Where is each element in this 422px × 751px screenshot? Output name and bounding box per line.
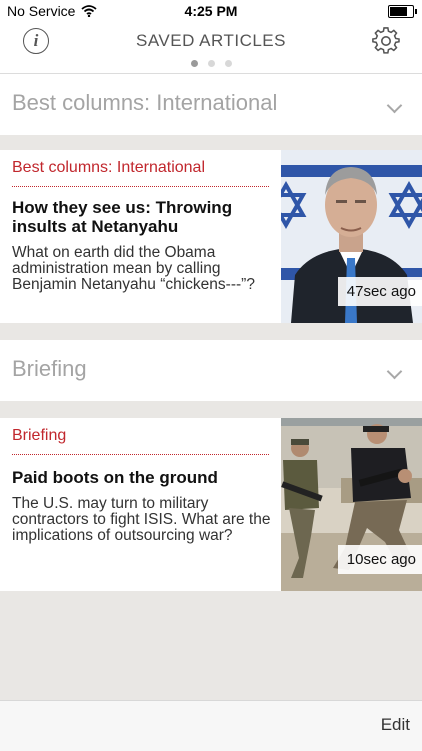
nav-bar: i SAVED ARTICLES <box>0 22 422 74</box>
dotted-divider <box>12 454 269 455</box>
page-dot[interactable] <box>224 60 232 67</box>
bottom-toolbar: Edit <box>0 700 422 751</box>
page-dot[interactable] <box>190 60 198 67</box>
article-summary: The U.S. may turn to military contractor… <box>12 495 271 544</box>
article-headline: How they see us: Throwing insults at Net… <box>12 198 233 236</box>
page-indicator[interactable] <box>0 60 422 67</box>
chevron-down-icon[interactable] <box>386 97 403 114</box>
article-thumbnail: 47sec ago <box>281 150 422 323</box>
article-card[interactable]: Briefing Paid boots on the ground The U.… <box>0 418 422 591</box>
chevron-down-icon[interactable] <box>386 363 403 380</box>
article-age: 47sec ago <box>337 277 422 306</box>
edit-button[interactable]: Edit <box>381 715 410 735</box>
dotted-divider <box>12 186 269 187</box>
article-kicker: Best columns: International <box>12 159 205 176</box>
section-header-best-columns[interactable]: Best columns: International <box>0 74 422 135</box>
status-bar: No Service 4:25 PM <box>0 0 422 22</box>
article-age: 10sec ago <box>337 545 422 574</box>
article-card[interactable]: Best columns: International How they see… <box>0 150 422 323</box>
page-title: SAVED ARTICLES <box>136 31 286 50</box>
article-summary: What on earth did the Obama administrati… <box>12 244 255 293</box>
battery-icon <box>388 5 417 18</box>
article-thumbnail: 10sec ago <box>281 418 422 591</box>
article-headline: Paid boots on the ground <box>12 468 218 487</box>
clock: 4:25 PM <box>184 3 238 19</box>
section-title: Briefing <box>12 356 87 381</box>
article-kicker: Briefing <box>12 427 67 444</box>
section-title: Best columns: International <box>12 90 278 115</box>
section-header-briefing[interactable]: Briefing <box>0 340 422 401</box>
gear-icon[interactable] <box>372 27 400 55</box>
page-dot[interactable] <box>207 60 215 67</box>
